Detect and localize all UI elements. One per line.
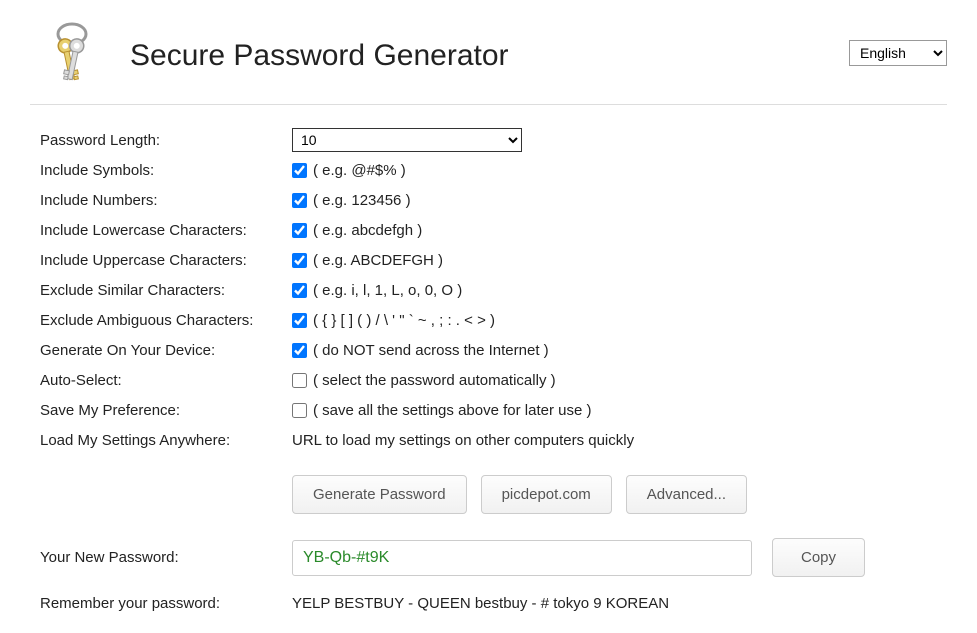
- hint-uppercase: ( e.g. ABCDEFGH ): [313, 252, 443, 269]
- language-select[interactable]: English: [849, 40, 947, 66]
- hint-lowercase: ( e.g. abcdefgh ): [313, 222, 422, 239]
- row-savepref: Save My Preference: ( save all the setti…: [40, 395, 947, 425]
- divider: [30, 104, 947, 105]
- password-length-select[interactable]: 10: [292, 128, 522, 152]
- password-output[interactable]: [292, 540, 752, 576]
- header: Secure Password Generator English: [30, 20, 947, 92]
- checkbox-lowercase[interactable]: [292, 223, 307, 238]
- label-autoselect: Auto-Select:: [40, 372, 292, 389]
- label-numbers: Include Numbers:: [40, 192, 292, 209]
- label-loadsettings: Load My Settings Anywhere:: [40, 432, 292, 449]
- keys-icon: [44, 20, 100, 92]
- hint-autoselect: ( select the password automatically ): [313, 372, 556, 389]
- row-remember: Remember your password: YELP BESTBUY - Q…: [40, 595, 947, 612]
- buttons-row: Generate Password picdepot.com Advanced.…: [292, 475, 947, 514]
- label-lowercase: Include Lowercase Characters:: [40, 222, 292, 239]
- checkbox-ambiguous[interactable]: [292, 313, 307, 328]
- generate-button[interactable]: Generate Password: [292, 475, 467, 514]
- checkbox-autoselect[interactable]: [292, 373, 307, 388]
- hint-symbols: ( e.g. @#$% ): [313, 162, 406, 179]
- advanced-button[interactable]: Advanced...: [626, 475, 747, 514]
- row-local: Generate On Your Device: ( do NOT send a…: [40, 335, 947, 365]
- form: Password Length: 10 Include Symbols: ( e…: [40, 125, 947, 612]
- checkbox-symbols[interactable]: [292, 163, 307, 178]
- row-ambiguous: Exclude Ambiguous Characters: ( { } [ ] …: [40, 305, 947, 335]
- checkbox-similar[interactable]: [292, 283, 307, 298]
- checkbox-savepref[interactable]: [292, 403, 307, 418]
- label-symbols: Include Symbols:: [40, 162, 292, 179]
- row-lowercase: Include Lowercase Characters: ( e.g. abc…: [40, 215, 947, 245]
- checkbox-numbers[interactable]: [292, 193, 307, 208]
- label-ambiguous: Exclude Ambiguous Characters:: [40, 312, 292, 329]
- remember-text: YELP BESTBUY - QUEEN bestbuy - # tokyo 9…: [292, 595, 669, 612]
- hint-similar: ( e.g. i, l, 1, L, o, 0, O ): [313, 282, 462, 299]
- checkbox-uppercase[interactable]: [292, 253, 307, 268]
- checkbox-local[interactable]: [292, 343, 307, 358]
- picdepot-button[interactable]: picdepot.com: [481, 475, 612, 514]
- hint-local: ( do NOT send across the Internet ): [313, 342, 549, 359]
- hint-numbers: ( e.g. 123456 ): [313, 192, 411, 209]
- label-output: Your New Password:: [40, 549, 292, 566]
- label-length: Password Length:: [40, 132, 292, 149]
- page-title: Secure Password Generator: [130, 39, 509, 73]
- row-loadsettings: Load My Settings Anywhere: URL to load m…: [40, 425, 947, 455]
- row-symbols: Include Symbols: ( e.g. @#$% ): [40, 155, 947, 185]
- label-uppercase: Include Uppercase Characters:: [40, 252, 292, 269]
- row-length: Password Length: 10: [40, 125, 947, 155]
- label-remember: Remember your password:: [40, 595, 292, 612]
- label-similar: Exclude Similar Characters:: [40, 282, 292, 299]
- copy-button[interactable]: Copy: [772, 538, 865, 577]
- hint-loadsettings: URL to load my settings on other compute…: [292, 432, 634, 449]
- row-uppercase: Include Uppercase Characters: ( e.g. ABC…: [40, 245, 947, 275]
- row-output: Your New Password: Copy: [40, 538, 947, 577]
- row-similar: Exclude Similar Characters: ( e.g. i, l,…: [40, 275, 947, 305]
- row-autoselect: Auto-Select: ( select the password autom…: [40, 365, 947, 395]
- label-savepref: Save My Preference:: [40, 402, 292, 419]
- label-local: Generate On Your Device:: [40, 342, 292, 359]
- row-numbers: Include Numbers: ( e.g. 123456 ): [40, 185, 947, 215]
- hint-ambiguous: ( { } [ ] ( ) / \ ' " ` ~ , ; : . < > ): [313, 312, 495, 329]
- hint-savepref: ( save all the settings above for later …: [313, 402, 591, 419]
